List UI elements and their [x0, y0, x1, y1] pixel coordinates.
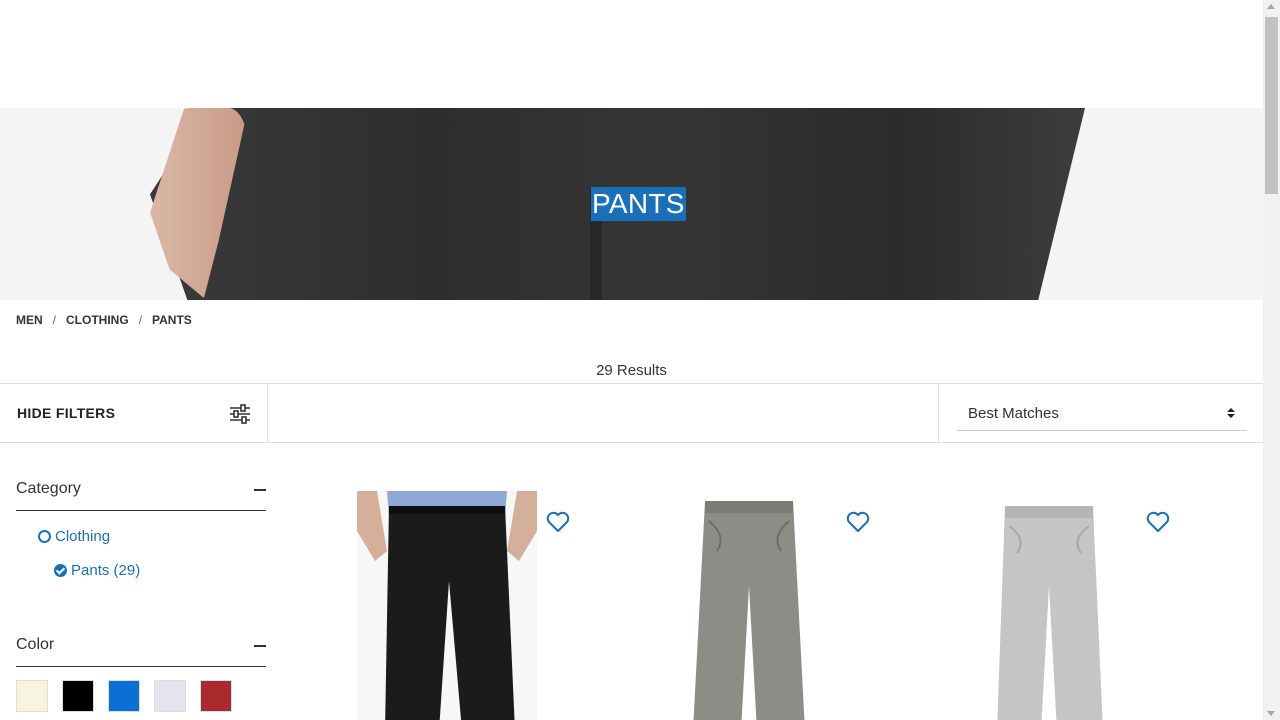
hide-filters-label: HIDE FILTERS	[17, 405, 116, 421]
product-image-black-dress-pants[interactable]	[357, 491, 537, 720]
scrollbar-thumb[interactable]	[1265, 17, 1278, 194]
facet-category-header[interactable]: Category	[16, 467, 266, 511]
facet-color: Color	[16, 623, 266, 667]
breadcrumb: MEN / CLOTHING / PANTS	[16, 313, 192, 327]
category-item-clothing[interactable]: Clothing	[38, 528, 110, 545]
breadcrumb-item-men[interactable]: MEN	[16, 313, 43, 327]
product-tile[interactable]	[957, 491, 1257, 720]
radio-unchecked-icon	[38, 530, 51, 543]
category-item-label: Pants (29)	[71, 562, 141, 579]
color-swatch[interactable]	[200, 680, 232, 712]
hide-filters-button[interactable]: HIDE FILTERS	[0, 384, 268, 442]
scroll-up-arrow-icon[interactable]	[1267, 4, 1275, 9]
breadcrumb-item-clothing[interactable]: CLOTHING	[66, 313, 129, 327]
facet-color-header[interactable]: Color	[16, 623, 266, 667]
results-count: 29 Results	[596, 362, 667, 379]
breadcrumb-item-pants[interactable]: PANTS	[152, 313, 192, 327]
facet-color-title: Color	[16, 636, 55, 653]
breadcrumb-separator: /	[52, 313, 57, 327]
filter-toolbar: HIDE FILTERS Best Matches	[0, 383, 1263, 443]
collapse-minus-icon[interactable]	[254, 489, 266, 491]
vertical-scrollbar[interactable]	[1263, 0, 1280, 720]
collapse-minus-icon[interactable]	[254, 645, 266, 647]
facet-category-title: Category	[16, 480, 81, 497]
scroll-down-arrow-icon[interactable]	[1267, 711, 1275, 716]
heart-outline-icon[interactable]	[1146, 511, 1170, 533]
sort-select[interactable]: Best Matches	[957, 396, 1247, 431]
heart-outline-icon[interactable]	[546, 511, 570, 533]
color-swatch[interactable]	[154, 680, 186, 712]
page-title: PANTS	[591, 187, 686, 221]
product-tile[interactable]	[657, 491, 957, 720]
color-swatches	[16, 680, 232, 712]
sort-selected-value: Best Matches	[968, 405, 1059, 422]
sort-arrows-icon	[1227, 408, 1235, 418]
facet-category: Category	[16, 467, 266, 511]
sliders-icon	[230, 404, 250, 424]
category-item-label: Clothing	[55, 528, 111, 545]
heart-outline-icon[interactable]	[846, 511, 870, 533]
breadcrumb-separator: /	[138, 313, 143, 327]
sort-container: Best Matches	[938, 384, 1263, 442]
radio-checked-icon	[54, 564, 67, 577]
category-item-pants[interactable]: Pants (29)	[54, 562, 140, 579]
color-swatch[interactable]	[62, 680, 94, 712]
color-swatch[interactable]	[16, 680, 48, 712]
color-swatch[interactable]	[108, 680, 140, 712]
product-tile[interactable]	[357, 491, 657, 720]
page: PANTS MEN / CLOTHING / PANTS 29 Results …	[0, 0, 1263, 720]
product-image-grey-five-pocket-pants[interactable]	[657, 491, 837, 720]
product-image-light-grey-chinos[interactable]	[957, 491, 1137, 720]
